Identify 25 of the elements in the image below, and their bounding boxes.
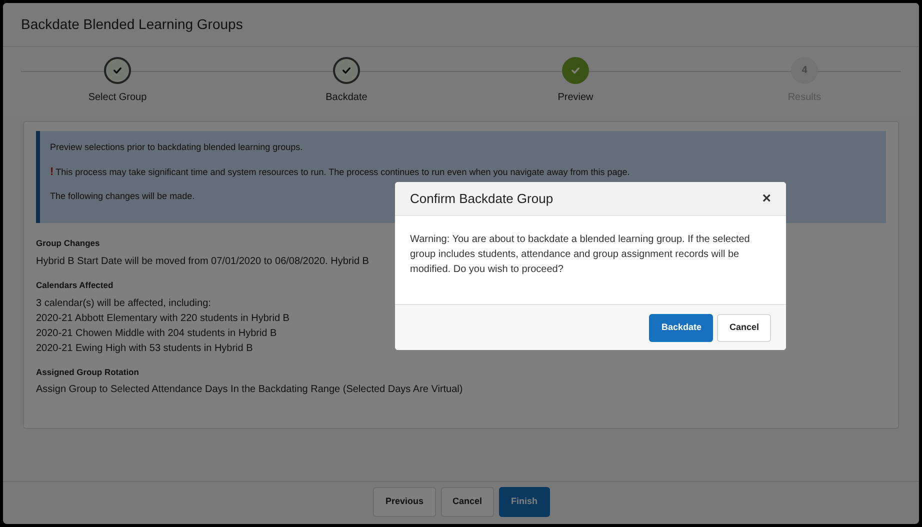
detail-line: 2020-21 Abbott Elementary with 220 students in Hybrid B	[36, 312, 290, 326]
close-button[interactable]: ×	[762, 191, 771, 206]
action-button[interactable]: Cancel	[440, 486, 494, 516]
action-button[interactable]: Previous	[373, 486, 436, 516]
step-label: Backdate	[326, 91, 368, 105]
info-text: Preview selections prior to backdating blended learning groups.	[50, 141, 303, 154]
action-button[interactable]: Backdate	[649, 314, 714, 342]
action-button[interactable]: Finish	[499, 486, 550, 516]
step-label: Preview	[558, 91, 594, 105]
detail-line: Assign Group to Selected Attendance Days In the Backdating Range (Selected Days Are Virtual)	[36, 383, 463, 398]
window-title: Backdate Blended Learning Groups	[21, 15, 243, 34]
info-text: The following changes will be made.	[50, 190, 195, 203]
detail-line: Hybrid B Start Date will be moved from 07/01/2020 to 06/08/2020. Hybrid B	[36, 254, 369, 269]
detail-line: 2020-21 Chowen Middle with 204 students in Hybrid B	[36, 326, 277, 340]
detail-line: 2020-21 Ewing High with 53 students in Hybrid B	[36, 342, 253, 356]
step-label: Select Group	[88, 91, 147, 105]
section-heading: Group Changes	[36, 237, 100, 250]
warning-text: This process may take significant time and system resources to run. The process continues to run even when you navigate away from this page.	[56, 166, 630, 179]
detail-line: 3 calendar(s) will be affected, including:	[36, 296, 211, 310]
section-heading: Calendars Affected	[36, 278, 114, 292]
dialog-title: Confirm Backdate Group	[410, 190, 554, 208]
warning-mark: !	[50, 166, 54, 178]
action-button[interactable]: Cancel	[717, 314, 771, 342]
section-heading: Assigned Group Rotation	[36, 366, 139, 378]
dialog-message: Warning: You are about to backdate a blended learning group. If the selected group includes students, attendance and group assignment records will be modified. Do you wish to proceed?	[410, 233, 751, 277]
